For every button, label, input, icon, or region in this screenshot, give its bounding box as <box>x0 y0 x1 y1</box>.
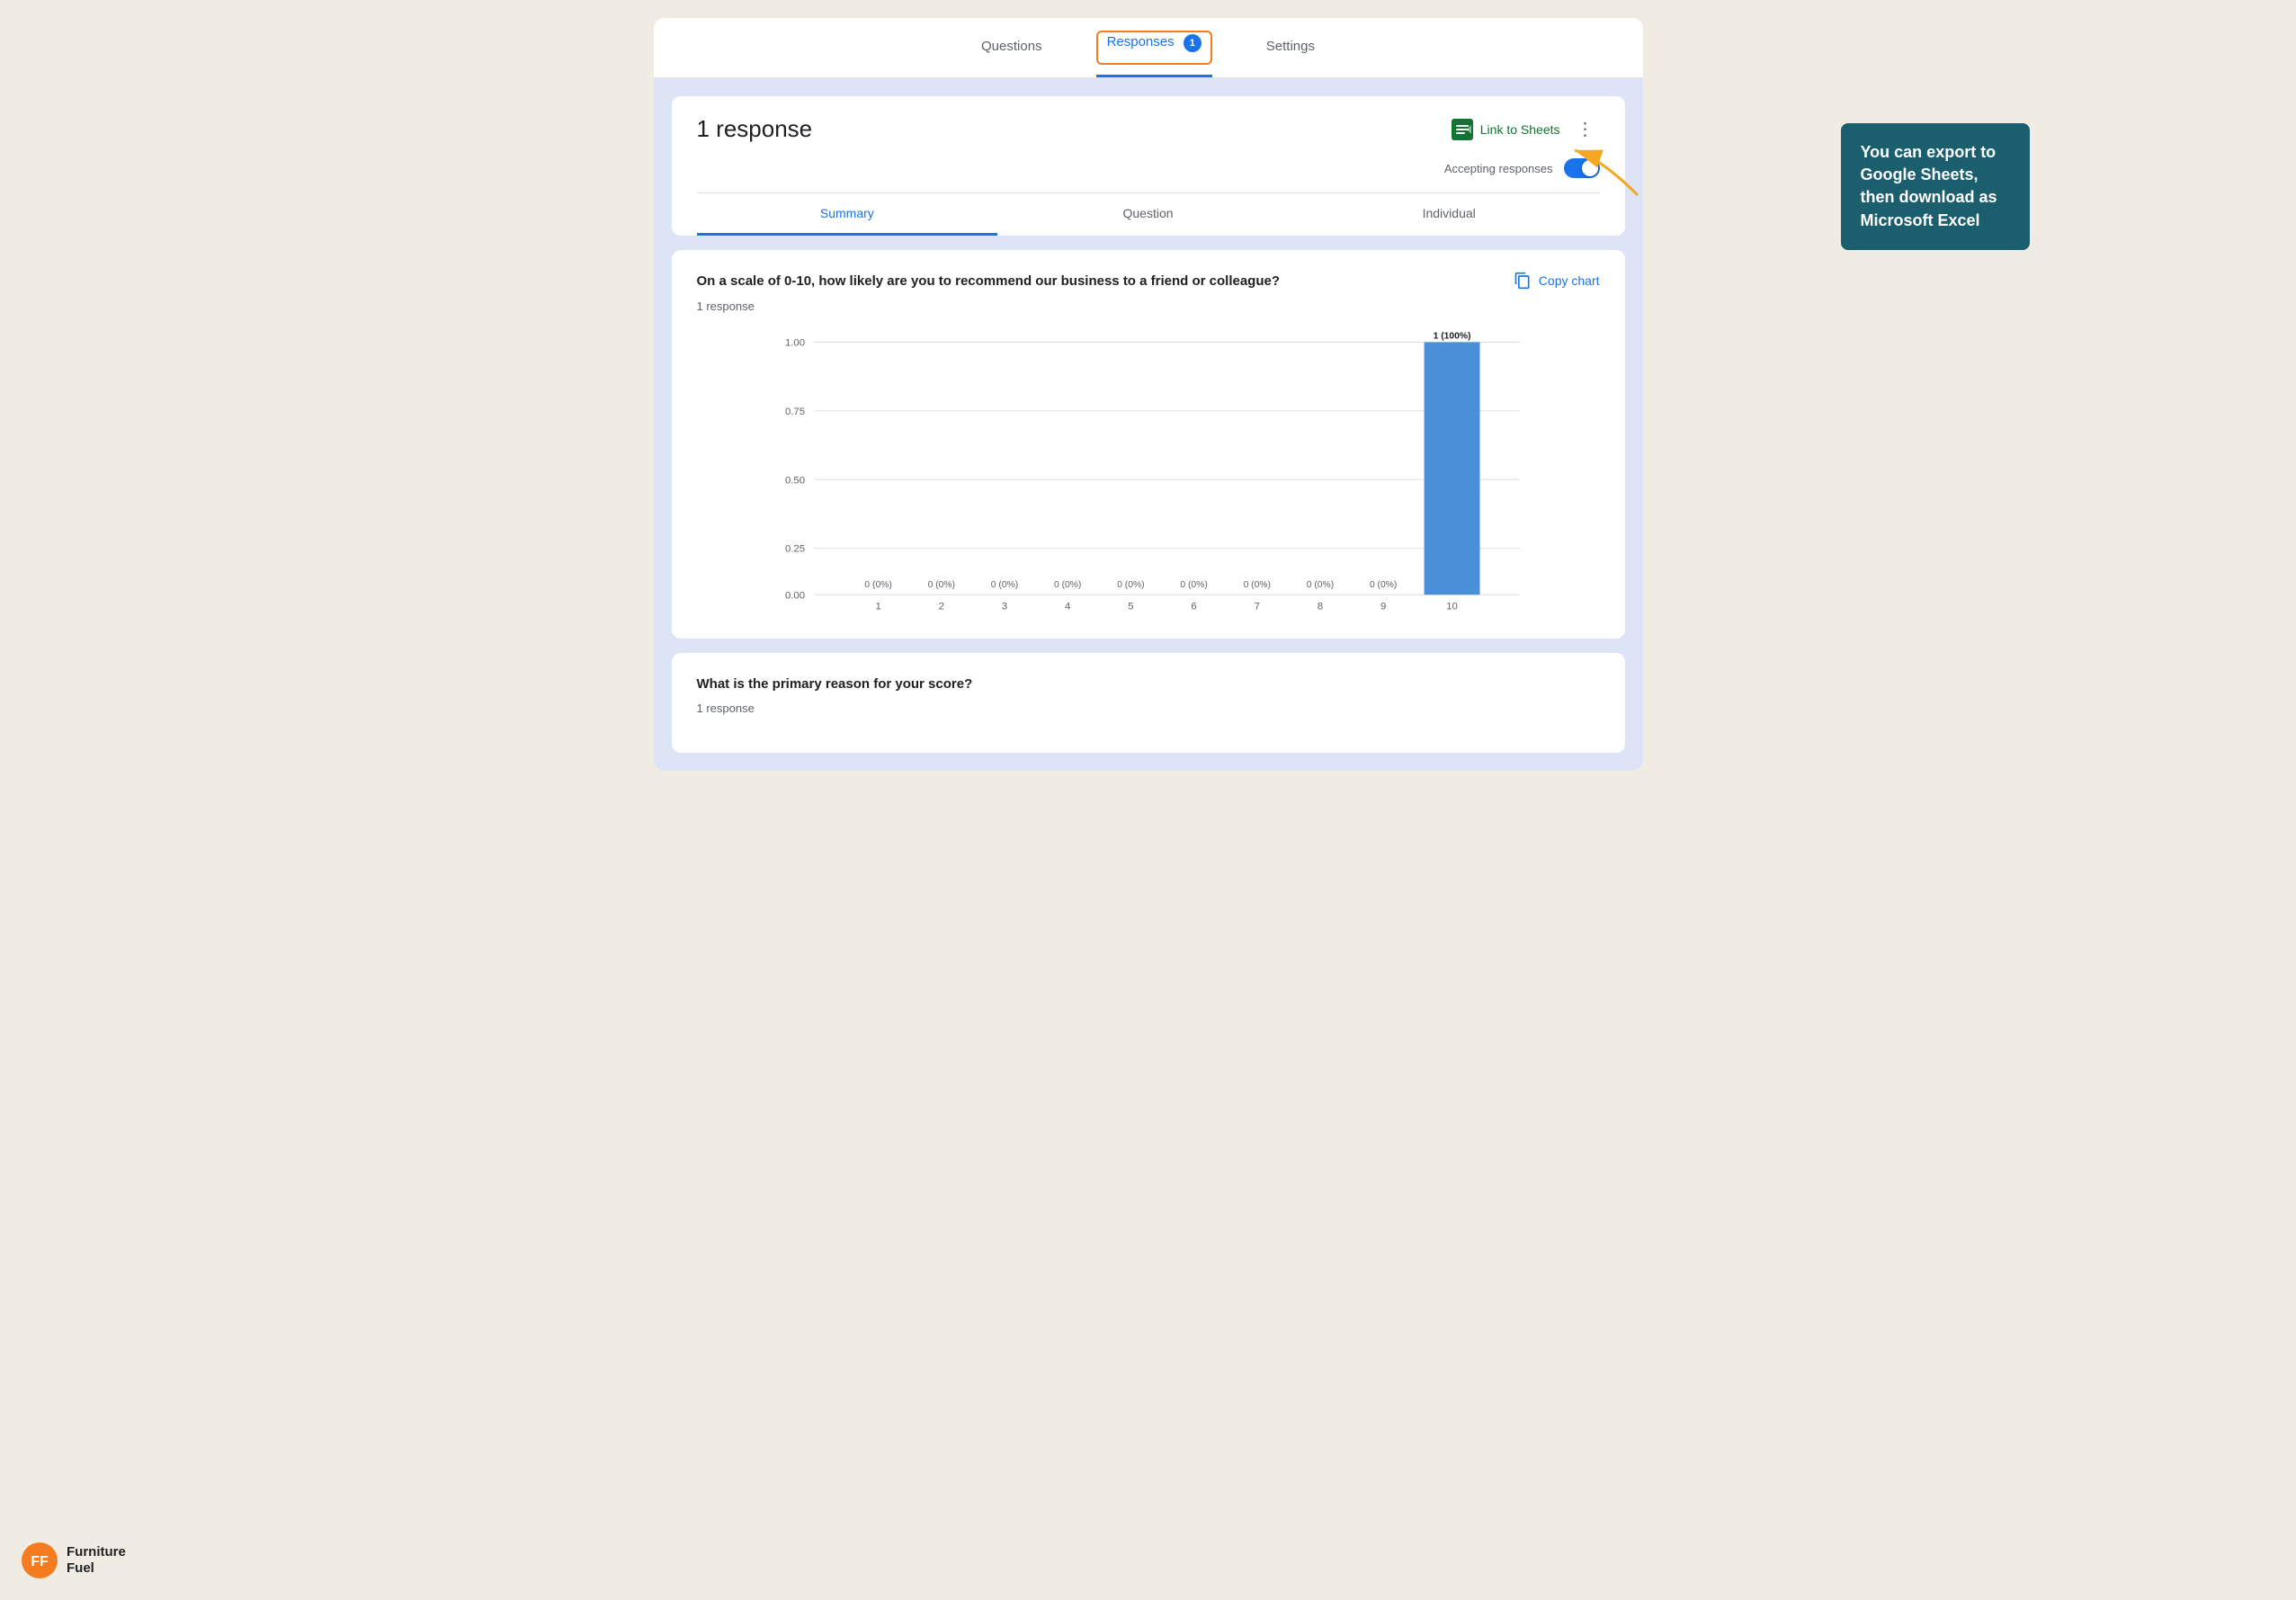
question-2-text: What is the primary reason for your scor… <box>697 675 1347 695</box>
logo-text: FurnitureFuel <box>67 1544 126 1577</box>
svg-text:0 (0%): 0 (0%) <box>1243 579 1270 589</box>
logo-icon: FF <box>22 1542 58 1578</box>
copy-icon <box>1514 272 1532 290</box>
question-1-card: On a scale of 0-10, how likely are you t… <box>672 250 1625 639</box>
main-container: Questions Responses 1 Settings 1 respons… <box>654 18 1643 771</box>
header-actions: Link to Sheets ⋮ <box>1452 114 1600 144</box>
svg-text:1.00: 1.00 <box>784 337 804 348</box>
svg-text:3: 3 <box>1001 601 1006 612</box>
annotation-box: You can export to Google Sheets, then do… <box>1841 123 2030 250</box>
tab-active-box: Responses 1 <box>1096 31 1212 65</box>
arrow-svg <box>1566 141 1656 213</box>
svg-text:10: 10 <box>1446 601 1458 612</box>
svg-text:0 (0%): 0 (0%) <box>990 579 1017 589</box>
svg-text:0 (0%): 0 (0%) <box>1117 579 1144 589</box>
bar-chart-svg: 1.00 0.75 0.50 0.25 0.00 0 (0%) 1 <box>697 329 1600 617</box>
question-2-response-count: 1 response <box>697 702 1600 715</box>
svg-text:1 (100%): 1 (100%) <box>1433 331 1470 341</box>
svg-text:4: 4 <box>1065 601 1070 612</box>
svg-text:9: 9 <box>1380 601 1386 612</box>
accepting-label: Accepting responses <box>1444 162 1553 175</box>
responses-badge: 1 <box>1184 34 1202 52</box>
chart-area: 1.00 0.75 0.50 0.25 0.00 0 (0%) 1 <box>697 329 1600 617</box>
copy-chart-button[interactable]: Copy chart <box>1514 272 1600 290</box>
response-header-card: 1 response Link to Sheets ⋮ <box>672 96 1625 236</box>
question-1-header: On a scale of 0-10, how likely are you t… <box>697 272 1600 292</box>
tab-settings[interactable]: Settings <box>1266 39 1315 69</box>
response-title-row: 1 response Link to Sheets ⋮ <box>697 114 1600 158</box>
sheets-icon <box>1452 119 1473 140</box>
question-1-response-count: 1 response <box>697 299 1600 313</box>
more-options-button[interactable]: ⋮ <box>1571 114 1600 144</box>
svg-text:0.75: 0.75 <box>784 406 804 416</box>
svg-text:0 (0%): 0 (0%) <box>1054 579 1081 589</box>
svg-text:6: 6 <box>1191 601 1196 612</box>
svg-text:0.00: 0.00 <box>784 590 804 601</box>
svg-text:0.25: 0.25 <box>784 543 804 554</box>
svg-text:1: 1 <box>875 601 880 612</box>
svg-text:7: 7 <box>1254 601 1259 612</box>
response-count-title: 1 response <box>697 115 813 143</box>
question-2-card: What is the primary reason for your scor… <box>672 653 1625 754</box>
svg-text:0 (0%): 0 (0%) <box>1369 579 1396 589</box>
svg-text:FF: FF <box>31 1554 49 1569</box>
accepting-row: Accepting responses <box>697 158 1600 192</box>
copy-chart-label: Copy chart <box>1539 273 1600 288</box>
sub-tab-summary[interactable]: Summary <box>697 193 998 236</box>
logo-area: FF FurnitureFuel <box>22 1542 126 1578</box>
svg-text:0 (0%): 0 (0%) <box>1180 579 1207 589</box>
content-area: 1 response Link to Sheets ⋮ <box>654 78 1643 771</box>
link-to-sheets-button[interactable]: Link to Sheets <box>1452 119 1560 140</box>
tab-responses[interactable]: Responses 1 <box>1096 31 1212 77</box>
question-1-text: On a scale of 0-10, how likely are you t… <box>697 272 1281 292</box>
svg-text:5: 5 <box>1128 601 1133 612</box>
sub-tab-individual[interactable]: Individual <box>1299 193 1600 236</box>
svg-text:0 (0%): 0 (0%) <box>1306 579 1333 589</box>
link-to-sheets-label: Link to Sheets <box>1480 122 1560 137</box>
tabs-bar: Questions Responses 1 Settings <box>654 18 1643 78</box>
svg-text:2: 2 <box>938 601 943 612</box>
svg-text:8: 8 <box>1317 601 1322 612</box>
sub-tab-question[interactable]: Question <box>997 193 1299 236</box>
sub-tabs: Summary Question Individual <box>697 192 1600 236</box>
svg-text:0 (0%): 0 (0%) <box>927 579 954 589</box>
svg-text:0 (0%): 0 (0%) <box>864 579 891 589</box>
tab-questions[interactable]: Questions <box>981 39 1042 69</box>
svg-text:0.50: 0.50 <box>784 475 804 486</box>
